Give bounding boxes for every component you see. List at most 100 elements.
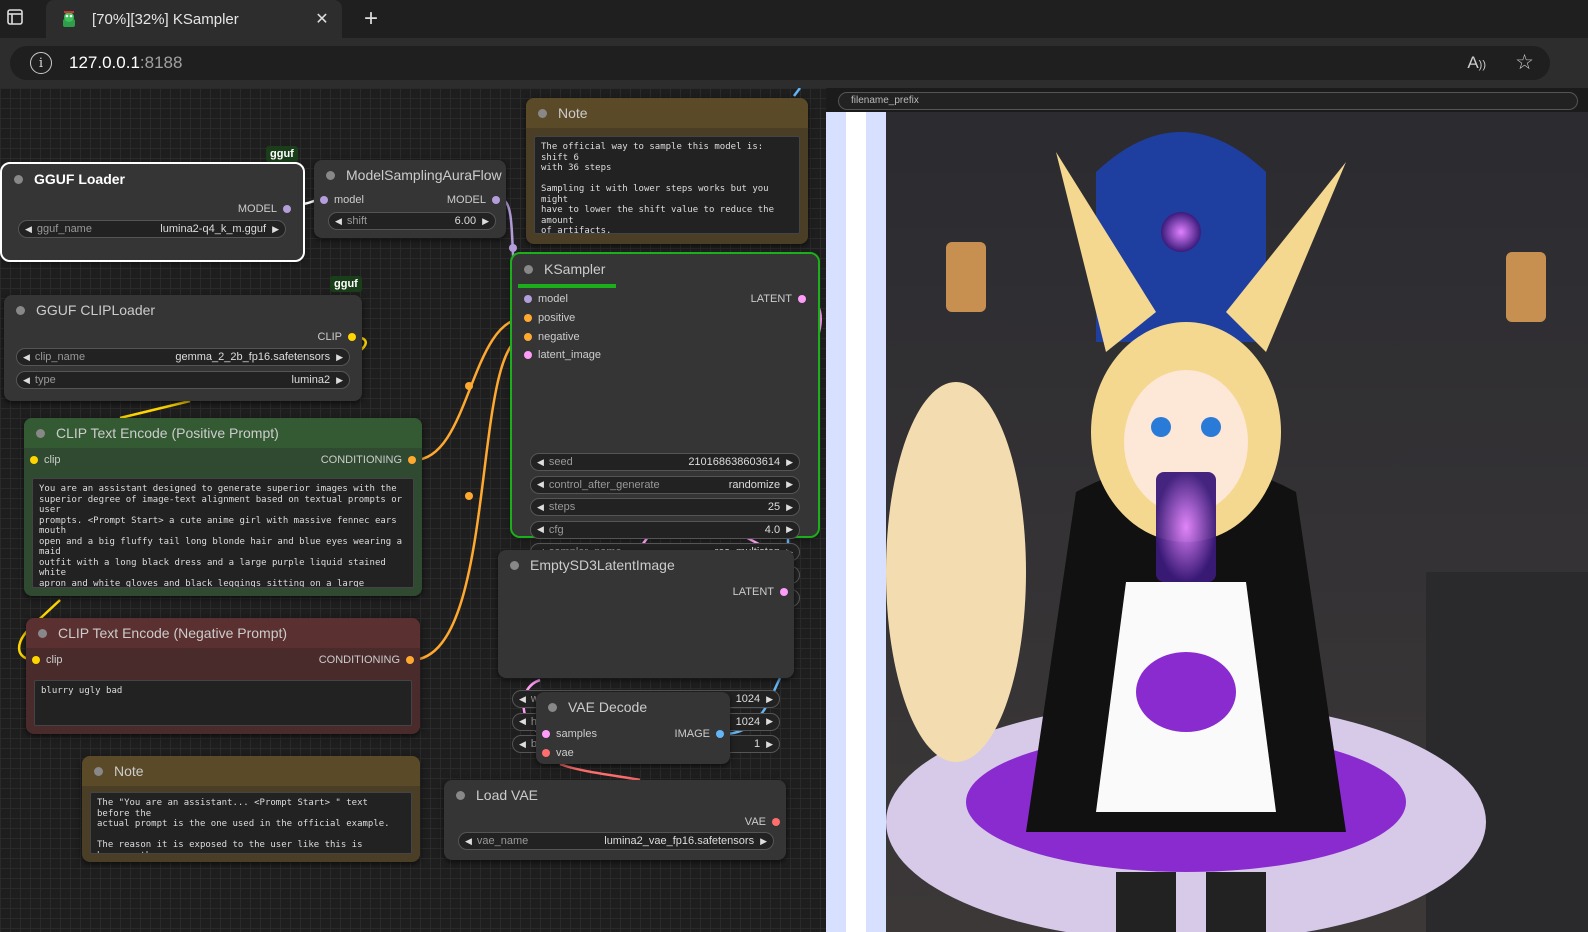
collapse-dot-icon[interactable]	[16, 305, 25, 315]
widget-steps[interactable]: ◀ steps 25 ▶	[530, 498, 800, 517]
slot-dot-icon[interactable]	[524, 332, 532, 341]
slot-dot-icon[interactable]	[30, 456, 38, 464]
increment-arrow-icon[interactable]: ▶	[766, 694, 773, 705]
output-conditioning[interactable]: CONDITIONING	[319, 653, 420, 667]
output-model[interactable]: MODEL	[238, 202, 297, 216]
increment-arrow-icon[interactable]: ▶	[766, 716, 773, 727]
input-model[interactable]: model	[314, 193, 364, 207]
widget-vae-name[interactable]: ◀ vae_name lumina2_vae_fp16.safetensors ▶	[458, 832, 774, 850]
node-header[interactable]: KSampler	[512, 254, 818, 284]
slot-dot-icon[interactable]	[542, 730, 550, 738]
input-clip[interactable]: clip	[26, 653, 63, 667]
collapse-dot-icon[interactable]	[38, 628, 47, 638]
widget-seed[interactable]: ◀ seed 210168638603614 ▶	[530, 453, 800, 471]
decrement-arrow-icon[interactable]: ◀	[519, 716, 526, 727]
node-header[interactable]: EmptySD3LatentImage	[498, 550, 794, 580]
input-model[interactable]: model	[518, 292, 568, 306]
collapse-dot-icon[interactable]	[524, 264, 533, 274]
slot-dot-icon[interactable]	[772, 818, 780, 826]
increment-arrow-icon[interactable]: ▶	[482, 216, 489, 227]
input-samples[interactable]: samples	[536, 727, 597, 741]
node-header[interactable]: ModelSamplingAuraFlow	[314, 160, 506, 190]
slot-dot-icon[interactable]	[716, 730, 724, 738]
widget-type[interactable]: ◀ type lumina2 ▶	[16, 371, 350, 389]
increment-arrow-icon[interactable]: ▶	[760, 836, 767, 847]
site-info-icon[interactable]: i	[30, 52, 52, 74]
widget-gguf-name[interactable]: ◀ gguf_name lumina2-q4_k_m.gguf ▶	[18, 220, 286, 238]
node-gguf-loader[interactable]: GGUF Loader MODEL ◀ gguf_name lumina2-q4_k…	[0, 162, 305, 262]
node-header[interactable]: CLIP Text Encode (Negative Prompt)	[26, 618, 420, 648]
collapse-dot-icon[interactable]	[456, 790, 465, 800]
collapse-dot-icon[interactable]	[94, 766, 103, 776]
node-header[interactable]: Note	[82, 756, 420, 786]
node-model-sampling-auraflow[interactable]: ModelSamplingAuraFlow model MODEL ◀ shift…	[314, 160, 506, 238]
prompt-textarea[interactable]: You are an assistant designed to generat…	[32, 478, 414, 588]
input-vae[interactable]: vae	[536, 746, 574, 760]
input-clip[interactable]: clip	[24, 453, 61, 467]
browser-tab-active[interactable]: [70%][32%] KSampler ✕	[46, 0, 342, 38]
new-tab-button[interactable]: +	[358, 5, 384, 33]
increment-arrow-icon[interactable]: ▶	[336, 375, 343, 386]
collapse-dot-icon[interactable]	[14, 174, 23, 184]
node-header[interactable]: Load VAE	[444, 780, 786, 810]
collapse-dot-icon[interactable]	[36, 428, 45, 438]
widget-control-after-generate[interactable]: ◀ control_after_generate randomize ▶	[530, 475, 800, 494]
decrement-arrow-icon[interactable]: ◀	[23, 375, 30, 386]
node-empty-sd3-latent-image[interactable]: EmptySD3LatentImage LATENT ◀width1024▶◀h…	[498, 550, 794, 754]
slot-dot-icon[interactable]	[348, 333, 356, 341]
increment-arrow-icon[interactable]: ▶	[786, 524, 793, 535]
node-graph-canvas[interactable]: gguf GGUF Loader MODEL ◀ gguf_name lumina2…	[0, 88, 826, 932]
note-text[interactable]: The official way to sample this model is…	[534, 136, 800, 234]
input-latent-image[interactable]: latent_image	[518, 348, 601, 362]
output-vae[interactable]: VAE	[745, 815, 786, 829]
node-header[interactable]: Note	[526, 98, 808, 128]
node-clip-text-encode-positive[interactable]: CLIP Text Encode (Positive Prompt) clip …	[24, 418, 422, 596]
prompt-textarea[interactable]: blurry ugly bad	[34, 680, 412, 726]
widget-cfg[interactable]: ◀ cfg 4.0 ▶	[530, 520, 800, 539]
collapse-dot-icon[interactable]	[510, 560, 519, 570]
node-gguf-cliploader[interactable]: GGUF CLIPLoader CLIP ◀ clip_name gemma_2_2…	[4, 295, 362, 401]
tab-actions-button[interactable]	[4, 6, 26, 28]
output-image[interactable]: IMAGE	[675, 727, 730, 741]
decrement-arrow-icon[interactable]: ◀	[537, 479, 544, 490]
slot-dot-icon[interactable]	[32, 656, 40, 664]
node-header[interactable]: CLIP Text Encode (Positive Prompt)	[24, 418, 422, 448]
node-header[interactable]: VAE Decode	[536, 692, 730, 722]
input-positive[interactable]: positive	[518, 311, 575, 325]
input-negative[interactable]: negative	[518, 330, 580, 344]
node-header[interactable]: GGUF Loader	[2, 164, 303, 194]
slot-dot-icon[interactable]	[408, 456, 416, 464]
slot-dot-icon[interactable]	[542, 749, 550, 757]
read-aloud-icon[interactable]: A))	[1467, 53, 1486, 73]
decrement-arrow-icon[interactable]: ◀	[519, 739, 526, 750]
slot-dot-icon[interactable]	[524, 313, 532, 322]
collapse-dot-icon[interactable]	[548, 702, 557, 712]
favorite-star-icon[interactable]: ☆	[1515, 50, 1534, 75]
slot-dot-icon[interactable]	[406, 656, 414, 664]
increment-arrow-icon[interactable]: ▶	[786, 457, 793, 468]
slot-dot-icon[interactable]	[524, 351, 532, 360]
decrement-arrow-icon[interactable]: ◀	[23, 352, 30, 363]
slot-dot-icon[interactable]	[492, 196, 500, 204]
output-latent[interactable]: LATENT	[733, 585, 794, 599]
decrement-arrow-icon[interactable]: ◀	[519, 694, 526, 705]
widget-clip-name[interactable]: ◀ clip_name gemma_2_2b_fp16.safetensors ▶	[16, 348, 350, 366]
filename-prefix-field[interactable]: filename_prefix	[838, 92, 1578, 110]
collapse-dot-icon[interactable]	[538, 108, 547, 118]
increment-arrow-icon[interactable]: ▶	[766, 739, 773, 750]
increment-arrow-icon[interactable]: ▶	[786, 502, 793, 513]
node-clip-text-encode-negative[interactable]: CLIP Text Encode (Negative Prompt) clip …	[26, 618, 420, 734]
increment-arrow-icon[interactable]: ▶	[272, 224, 279, 235]
node-header[interactable]: GGUF CLIPLoader	[4, 295, 362, 325]
decrement-arrow-icon[interactable]: ◀	[25, 224, 32, 235]
output-latent[interactable]: LATENT	[751, 292, 812, 306]
slot-dot-icon[interactable]	[283, 205, 291, 213]
decrement-arrow-icon[interactable]: ◀	[537, 502, 544, 513]
output-conditioning[interactable]: CONDITIONING	[321, 453, 422, 467]
note-text[interactable]: The "You are an assistant... <Prompt Sta…	[90, 792, 412, 854]
node-vae-decode[interactable]: VAE Decode samples vae IMAGE	[536, 692, 730, 764]
decrement-arrow-icon[interactable]: ◀	[465, 836, 472, 847]
increment-arrow-icon[interactable]: ▶	[336, 352, 343, 363]
node-load-vae[interactable]: Load VAE VAE ◀ vae_name lumina2_vae_fp16.s…	[444, 780, 786, 860]
output-clip[interactable]: CLIP	[318, 330, 362, 344]
